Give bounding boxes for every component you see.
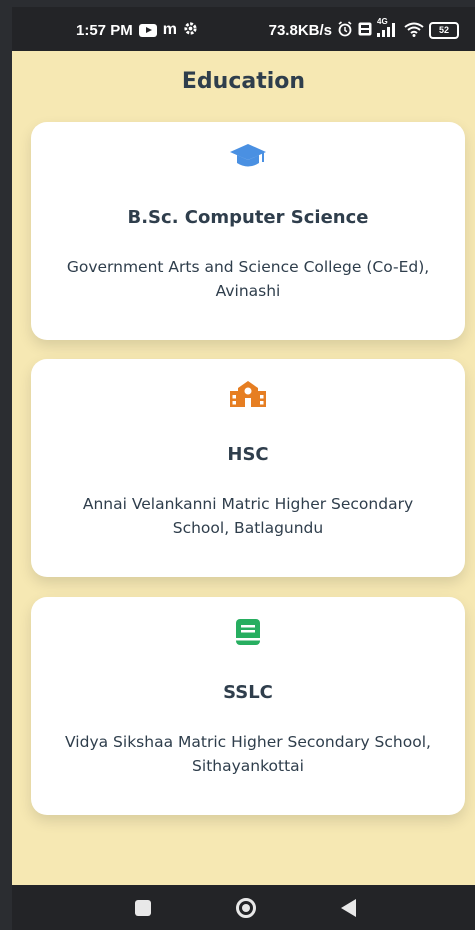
- back-button[interactable]: [318, 885, 378, 930]
- app-screen: 1:57 PM m 73.8KB/s 4G 52 Education B.Sc.…: [12, 7, 475, 930]
- page-title: Education: [181, 69, 306, 94]
- network-type: 4G: [377, 16, 388, 26]
- institution-name: Annai Velankanni Matric Higher Secondary…: [82, 495, 414, 537]
- carrier-glyph: m: [162, 21, 177, 38]
- degree-title: B.Sc. Computer Science: [127, 207, 369, 228]
- recents-button[interactable]: [113, 885, 173, 930]
- qualification-title: SSLC: [223, 682, 273, 703]
- volte-icon: [358, 22, 372, 39]
- institution-name: Government Arts and Science College (Co-…: [66, 258, 430, 300]
- status-bar: 1:57 PM m 73.8KB/s 4G 52: [12, 7, 475, 51]
- signal-icon: 4G: [377, 17, 399, 40]
- square-icon: [135, 899, 151, 916]
- status-right: 73.8KB/s 4G 52: [268, 17, 459, 40]
- graduation-cap-icon: [31, 142, 465, 170]
- circle-icon: [236, 897, 256, 918]
- book-icon: [31, 617, 465, 647]
- education-card: B.Sc. Computer Science Government Arts a…: [31, 122, 465, 340]
- institution-name: Vidya Sikshaa Matric Higher Secondary Sc…: [65, 733, 431, 775]
- education-card: SSLC Vidya Sikshaa Matric Higher Seconda…: [31, 597, 465, 815]
- battery-icon: 52: [429, 22, 459, 39]
- settings-icon: [183, 21, 198, 39]
- network-speed: 73.8KB/s: [268, 22, 332, 39]
- alarm-icon: [337, 21, 353, 40]
- youtube-icon: [138, 23, 157, 37]
- qualification-title: HSC: [227, 444, 269, 465]
- system-nav-bar: [12, 885, 475, 930]
- status-time: 1:57 PM: [76, 21, 133, 39]
- wifi-icon: [404, 22, 424, 40]
- status-left: 1:57 PM m: [76, 21, 198, 39]
- school-icon: [31, 379, 465, 409]
- triangle-back-icon: [340, 898, 356, 917]
- home-button[interactable]: [216, 885, 276, 930]
- education-card: HSC Annai Velankanni Matric Higher Secon…: [31, 359, 465, 577]
